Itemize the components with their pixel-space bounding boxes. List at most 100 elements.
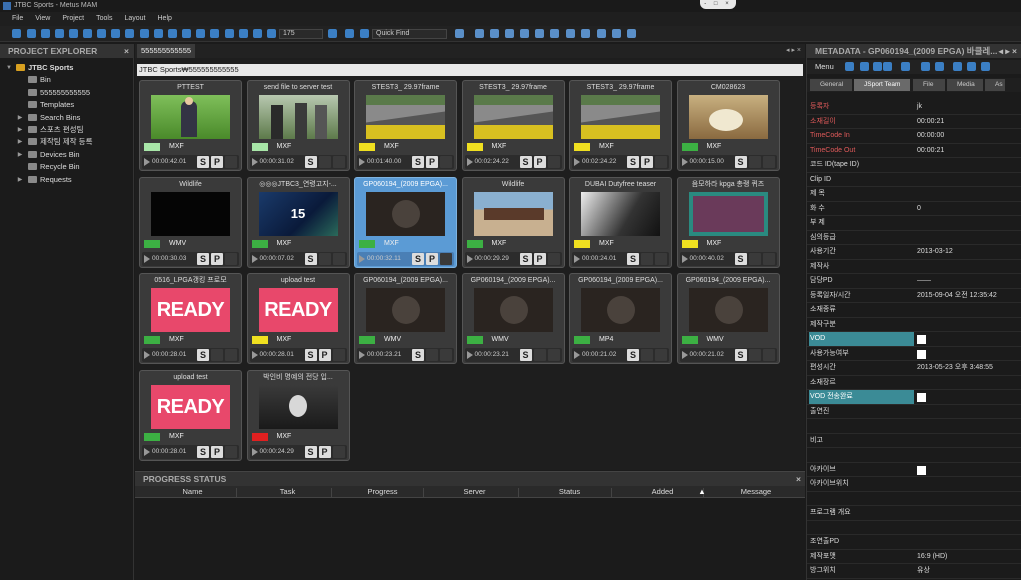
tree-item[interactable]: ▶ 스포츠 편성팀: [0, 124, 133, 136]
toolbar-icon[interactable]: [182, 29, 191, 38]
asset-thumbnail[interactable]: [258, 95, 338, 139]
field-value[interactable]: 2015-09-04 오전 12:35:42: [917, 289, 997, 303]
play-icon[interactable]: [251, 254, 258, 263]
toolbar-icon[interactable]: [535, 29, 544, 38]
asset-card[interactable]: STEST3_ 29.97frame MXF 00:02:24.22 S P: [569, 80, 672, 171]
menu-view[interactable]: View: [35, 15, 50, 22]
play-icon[interactable]: [359, 351, 365, 359]
tab-nav-icons[interactable]: ◂ ▸ ×: [786, 44, 801, 58]
field-value[interactable]: 16:9 (HD): [917, 550, 947, 564]
field-value[interactable]: 유상: [917, 564, 930, 578]
asset-card[interactable]: GP060194_(2009 EPGA)... WMV 00:00:23.21 S: [354, 273, 457, 364]
column-header-server[interactable]: Server: [427, 486, 522, 498]
s-button[interactable]: S: [197, 349, 209, 361]
play-icon[interactable]: [359, 158, 365, 166]
toolbar-icon[interactable]: [627, 29, 636, 38]
metadata-tool-icon[interactable]: [953, 62, 962, 71]
tab-general[interactable]: General: [810, 79, 852, 91]
s-button[interactable]: S: [519, 156, 532, 168]
tree-item[interactable]: 555555555555: [0, 87, 133, 99]
toolbar-icon[interactable]: [475, 29, 484, 38]
play-icon[interactable]: [144, 158, 150, 166]
s-button[interactable]: S: [304, 156, 317, 168]
metadata-tool-icon[interactable]: [921, 62, 930, 71]
toolbar-icon[interactable]: [83, 29, 92, 38]
asset-card[interactable]: upload test READY MXF 00:00:28.01 S P: [246, 273, 350, 364]
toolbar-icon[interactable]: [140, 29, 149, 38]
s-button[interactable]: S: [519, 349, 532, 361]
asset-thumbnail[interactable]: [688, 95, 768, 139]
asset-card[interactable]: 0516_LPGA갱킹 프로모 READY MXF 00:00:28.01 S: [139, 273, 242, 364]
p-button[interactable]: P: [211, 156, 223, 168]
toolbar-icon[interactable]: [253, 29, 262, 38]
field-value[interactable]: jk: [917, 100, 922, 114]
toolbar-icon[interactable]: [168, 29, 177, 38]
checkbox[interactable]: [917, 393, 926, 402]
metadata-tool-icon[interactable]: [901, 62, 910, 71]
play-icon[interactable]: [466, 351, 473, 359]
asset-card[interactable]: 박인비 명예의 전당 입... MXF 00:00:24.29 S P: [246, 369, 350, 461]
toolbar-icon[interactable]: [267, 29, 276, 38]
toolbar-icon[interactable]: [225, 29, 234, 38]
checkbox[interactable]: [917, 465, 926, 475]
toolbar-icon[interactable]: [490, 29, 499, 38]
asset-thumbnail[interactable]: [688, 191, 768, 236]
asset-thumbnail[interactable]: [473, 288, 553, 332]
asset-thumbnail[interactable]: [151, 95, 230, 139]
p-button[interactable]: P: [533, 156, 546, 168]
quick-find-input[interactable]: Quick Find: [372, 29, 447, 39]
field-value[interactable]: 00:00:21: [917, 115, 944, 129]
toolbar-icon[interactable]: [55, 29, 64, 38]
asset-card[interactable]: STEST3_ 29.97frame MXF 00:02:24.22 S P: [461, 80, 565, 171]
play-icon[interactable]: [251, 447, 258, 456]
p-button[interactable]: P: [641, 156, 653, 168]
metadata-tool-icon[interactable]: [873, 62, 882, 71]
toolbar-icon[interactable]: [239, 29, 248, 38]
menu-help[interactable]: Help: [158, 15, 172, 22]
asset-thumbnail[interactable]: [473, 191, 553, 236]
toolbar-icon[interactable]: [550, 29, 559, 38]
path-bar[interactable]: JTBC Sports₩555555555555: [137, 64, 803, 76]
tree-item[interactable]: ▼ JTBC Sports: [0, 62, 133, 74]
asset-card[interactable]: GP060194_(2009 EPGA)... MXF 00:00:32.11 S P: [354, 176, 457, 268]
toolbar-icon[interactable]: [111, 29, 120, 38]
asset-thumbnail[interactable]: [581, 191, 660, 236]
p-button[interactable]: P: [318, 349, 331, 361]
toolbar-icon[interactable]: [328, 29, 337, 38]
asset-thumbnail[interactable]: [366, 191, 445, 236]
play-icon[interactable]: [144, 254, 150, 263]
asset-card[interactable]: GP060194_(2009 EPGA)... WMV 00:00:23.21 S: [461, 273, 565, 364]
toolbar-icon[interactable]: [360, 29, 369, 38]
toolbar-icon[interactable]: [125, 29, 134, 38]
sort-indicator-icon[interactable]: ▲: [697, 486, 707, 498]
toolbar-icon[interactable]: [41, 29, 50, 38]
field-value[interactable]: 2013-03-12: [917, 245, 953, 259]
metadata-tool-icon[interactable]: [981, 62, 990, 71]
play-icon[interactable]: [359, 254, 365, 263]
s-button[interactable]: S: [304, 445, 317, 458]
s-button[interactable]: S: [734, 252, 747, 265]
metadata-tool-icon[interactable]: [935, 62, 944, 71]
expander-icon[interactable]: ▼: [5, 62, 13, 74]
tab-file[interactable]: File: [913, 79, 945, 91]
asset-card[interactable]: GP060194_(2009 EPGA)... WMV 00:00:21.02 S: [676, 273, 780, 364]
s-button[interactable]: S: [197, 445, 209, 458]
toolbar-icon[interactable]: [345, 29, 354, 38]
toolbar-icon[interactable]: [520, 29, 529, 38]
tree-item[interactable]: Recycle Bin: [0, 161, 133, 173]
column-header-status[interactable]: Status: [522, 486, 617, 498]
expander-icon[interactable]: ▶: [16, 149, 24, 161]
asset-thumbnail[interactable]: [366, 95, 445, 139]
tree-item[interactable]: Templates: [0, 99, 133, 111]
menu-layout[interactable]: Layout: [124, 15, 145, 22]
metadata-tool-icon[interactable]: [883, 62, 892, 71]
toolbar-icon[interactable]: [196, 29, 205, 38]
tree-item[interactable]: ▶ 제작팀 제작 등록: [0, 136, 133, 148]
tree-item[interactable]: ▶ Devices Bin: [0, 149, 133, 161]
play-icon[interactable]: [681, 158, 688, 166]
column-header-name[interactable]: Name: [145, 486, 240, 498]
expander-icon[interactable]: ▶: [16, 112, 24, 124]
asset-thumbnail[interactable]: 15: [258, 191, 338, 236]
p-button[interactable]: P: [211, 445, 223, 458]
tree-item[interactable]: Bin: [0, 74, 133, 86]
